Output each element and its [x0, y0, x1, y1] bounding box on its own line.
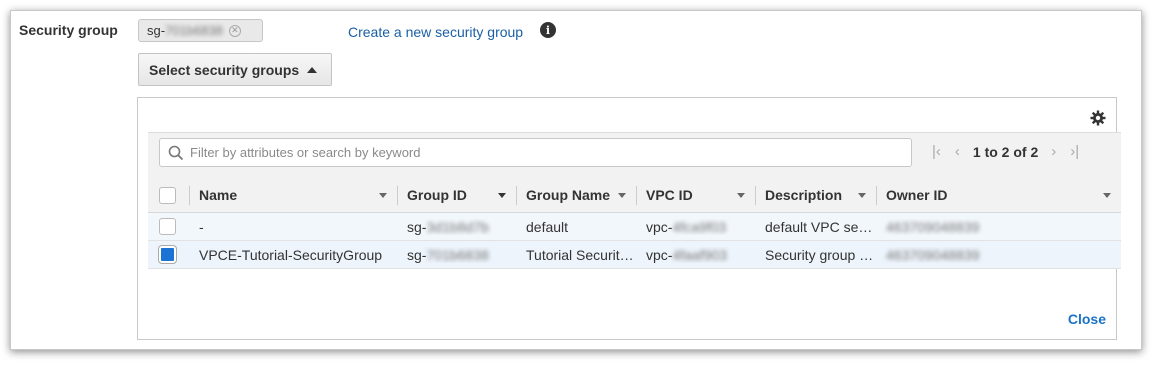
row-checkbox[interactable] — [159, 246, 176, 263]
table-row[interactable]: VPCE-Tutorial-SecurityGroup sg-701b6838 … — [148, 241, 1121, 269]
cell-vpc-id: vpc-4fca9f03 — [646, 218, 727, 235]
select-security-groups-button[interactable]: Select security groups — [138, 53, 332, 86]
column-header-description[interactable]: Description — [755, 178, 876, 212]
column-header-name[interactable]: Name — [189, 178, 397, 212]
last-page-icon[interactable]: ›| — [1070, 143, 1079, 160]
column-header-group-id[interactable]: Group ID — [397, 178, 516, 212]
cell-name: - — [199, 218, 204, 235]
sort-icon — [618, 193, 626, 198]
next-page-icon[interactable]: › — [1051, 143, 1056, 160]
search-icon — [168, 145, 184, 160]
remove-token-icon[interactable]: ✕ — [228, 24, 241, 37]
cell-owner-id: 463709048839 — [886, 246, 980, 263]
info-icon[interactable]: i — [540, 22, 556, 38]
column-header-vpc-id[interactable]: VPC ID — [636, 178, 755, 212]
prev-page-icon[interactable]: ‹ — [955, 143, 960, 160]
pagination: |‹ ‹ 1 to 2 of 2 › ›| — [925, 143, 1086, 160]
filter-search-input[interactable] — [190, 145, 890, 160]
security-group-panel: Security group sg- 701b6838 ✕ Create a n… — [10, 10, 1142, 350]
cell-group-name: default — [526, 218, 569, 235]
filter-search-box[interactable] — [159, 138, 912, 167]
cell-group-id: sg-701b6838 — [407, 246, 489, 263]
create-security-group-link[interactable]: Create a new security group — [348, 24, 523, 40]
sort-icon — [737, 193, 745, 198]
selected-security-group-token[interactable]: sg- 701b6838 ✕ — [138, 19, 263, 42]
token-masked-id: 701b6838 — [165, 23, 223, 38]
column-header-group-name[interactable]: Group Name — [516, 178, 636, 212]
first-page-icon[interactable]: |‹ — [932, 143, 941, 160]
cell-group-name: Tutorial Security Group — [526, 246, 636, 263]
table-header: Name Group ID Group Name VPC ID Descript… — [148, 178, 1121, 213]
sort-icon — [498, 193, 506, 198]
sort-icon — [1103, 193, 1111, 198]
select-all-header — [148, 178, 189, 212]
security-group-label: Security group — [19, 22, 118, 38]
select-all-checkbox[interactable] — [159, 186, 176, 204]
caret-up-icon — [307, 66, 318, 73]
column-header-owner-id[interactable]: Owner ID — [876, 178, 1121, 212]
token-prefix: sg- — [147, 23, 166, 38]
gear-icon[interactable] — [1090, 110, 1106, 126]
cell-owner-id: 463709048839 — [886, 218, 980, 235]
cell-name: VPCE-Tutorial-SecurityGroup — [199, 246, 383, 263]
cell-description: Security group for tutorial — [765, 246, 876, 263]
sort-icon — [379, 193, 387, 198]
sort-icon — [858, 193, 866, 198]
security-groups-dropdown: |‹ ‹ 1 to 2 of 2 › ›| Name Group ID — [137, 97, 1121, 340]
select-button-label: Select security groups — [149, 61, 300, 78]
cell-group-id: sg-3d1b8d7b — [407, 218, 489, 235]
cell-description: default VPC security group — [765, 218, 876, 235]
row-checkbox[interactable] — [159, 218, 176, 235]
security-groups-table: |‹ ‹ 1 to 2 of 2 › ›| Name Group ID — [148, 132, 1121, 288]
pagination-text: 1 to 2 of 2 — [972, 143, 1039, 160]
table-row[interactable]: - sg-3d1b8d7b default vpc-4fca9f03 defau… — [148, 213, 1121, 241]
cell-vpc-id: vpc-4faaf903 — [646, 246, 727, 263]
table-toolbar: |‹ ‹ 1 to 2 of 2 › ›| — [148, 132, 1121, 178]
close-button[interactable]: Close — [1068, 311, 1106, 327]
